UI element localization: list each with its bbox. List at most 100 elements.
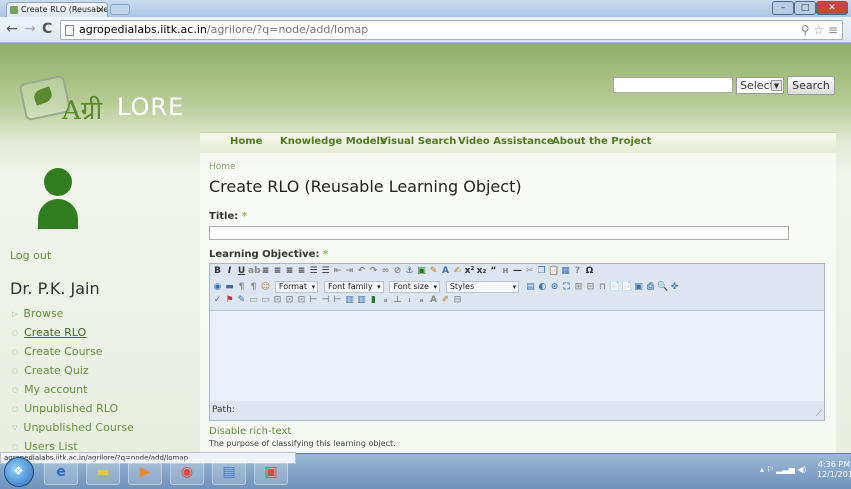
- new-tab-button[interactable]: [110, 4, 130, 15]
- layer-icon[interactable]: ▭: [248, 295, 259, 305]
- nav-visual-search[interactable]: Visual Search: [380, 136, 456, 147]
- sidebar-item-create-course[interactable]: ○ Create Course: [12, 345, 192, 358]
- search-icon[interactable]: 🔍: [657, 282, 668, 292]
- clock[interactable]: 4:36 PM 12/1/2012: [817, 460, 851, 480]
- ie-icon[interactable]: e: [44, 459, 78, 485]
- copy-icon[interactable]: ❐: [536, 266, 547, 276]
- image-icon[interactable]: ▣: [416, 266, 427, 276]
- anchor-flag-icon[interactable]: ⚑: [224, 295, 235, 305]
- align-center-icon[interactable]: ≡: [272, 266, 283, 276]
- title-input[interactable]: [209, 226, 789, 240]
- start-button[interactable]: ❖: [4, 457, 34, 487]
- strikethrough-icon[interactable]: ab: [248, 266, 261, 276]
- search-input[interactable]: [613, 77, 733, 93]
- font-family-dropdown[interactable]: Font family: [323, 281, 384, 293]
- search-button[interactable]: Search: [787, 76, 835, 95]
- abbr-icon[interactable]: ₐ: [380, 295, 391, 305]
- anchor-icon[interactable]: ⚓: [404, 266, 415, 276]
- help-icon[interactable]: ?: [572, 266, 583, 276]
- split-cells-icon[interactable]: ⊢: [308, 295, 319, 305]
- highlight-icon[interactable]: ✍: [452, 266, 463, 276]
- media-icon[interactable]: ◉: [212, 282, 223, 292]
- row-props-icon[interactable]: ⊡: [284, 295, 295, 305]
- nonbreaking-icon[interactable]: ▥: [356, 295, 367, 305]
- align-justify-icon[interactable]: ≡: [296, 266, 307, 276]
- redo-icon[interactable]: ↷: [368, 266, 379, 276]
- subscript-icon[interactable]: x₂: [476, 266, 487, 276]
- emoticon-icon[interactable]: ☺: [260, 282, 271, 292]
- align-right-icon[interactable]: ≡: [284, 266, 295, 276]
- visual-aid-icon[interactable]: ⊙: [549, 282, 560, 292]
- visual-chars-icon[interactable]: ⊟: [452, 295, 463, 305]
- site-logo[interactable]: Aग्री LORE: [18, 74, 192, 129]
- explorer-icon[interactable]: ▬: [86, 459, 120, 485]
- unlink-icon[interactable]: ⊘: [392, 266, 403, 276]
- html-icon[interactable]: ʜ: [500, 266, 511, 276]
- link-icon[interactable]: ∞: [380, 266, 391, 276]
- cut-icon[interactable]: ✂: [524, 266, 535, 276]
- sidebar-item-unpublished-course[interactable]: ▽ Unpublished Course: [12, 421, 192, 434]
- horizontal-rule-icon[interactable]: —: [512, 266, 523, 276]
- superscript-icon[interactable]: x²: [464, 266, 475, 276]
- nav-about-project[interactable]: About the Project: [552, 136, 651, 147]
- sidebar-item-create-quiz[interactable]: ○ Create Quiz: [12, 364, 192, 377]
- close-window-button[interactable]: ✕: [816, 1, 848, 15]
- outdent-icon[interactable]: ⇤: [332, 266, 343, 276]
- chrome-icon[interactable]: ◉: [170, 459, 204, 485]
- nav-video-assistance[interactable]: Video Assistance: [458, 136, 554, 147]
- reload-icon[interactable]: C: [42, 21, 52, 37]
- numbered-list-icon[interactable]: ☰: [320, 266, 331, 276]
- editor-text-area[interactable]: [210, 310, 824, 401]
- resize-handle-icon[interactable]: ⟋: [816, 409, 822, 419]
- edit-css-icon[interactable]: ✎: [236, 295, 247, 305]
- media-player-icon[interactable]: ▶: [128, 459, 162, 485]
- cell-props-icon[interactable]: ⊡: [296, 295, 307, 305]
- spellcheck-icon[interactable]: ✓: [212, 295, 223, 305]
- omega-icon[interactable]: Ω: [584, 266, 595, 276]
- template-icon[interactable]: ▤: [525, 282, 536, 292]
- ins-icon[interactable]: ᵢ: [404, 295, 415, 305]
- align-left-icon[interactable]: ≡: [260, 266, 271, 276]
- merge-cells-icon[interactable]: ⊓: [597, 282, 608, 292]
- indent-icon[interactable]: ⇥: [344, 266, 355, 276]
- fullscreen-icon[interactable]: ⛶: [561, 282, 572, 292]
- cite-icon[interactable]: A: [428, 295, 439, 305]
- font-color-icon[interactable]: A: [440, 266, 451, 276]
- sidebar-item-browse[interactable]: ▷ Browse: [12, 307, 192, 320]
- disable-rich-text-link[interactable]: Disable rich-text: [209, 426, 291, 437]
- styles-dropdown[interactable]: Styles: [445, 281, 520, 293]
- paste-text-icon[interactable]: 📄: [609, 282, 620, 292]
- sidebar-item-unpublished-rlo[interactable]: ○ Unpublished RLO: [12, 402, 192, 415]
- browser-tab[interactable]: Create RLO (Reusable Lea ×: [6, 2, 108, 17]
- style-props-icon[interactable]: ✐: [440, 295, 451, 305]
- preview-icon[interactable]: ◐: [537, 282, 548, 292]
- italic-icon[interactable]: I: [224, 266, 235, 276]
- absolute-icon[interactable]: ▭: [260, 295, 271, 305]
- find-icon[interactable]: ✜: [669, 282, 680, 292]
- select-all-icon[interactable]: ▣: [633, 282, 644, 292]
- system-tray[interactable]: ▴ ⚐ ▂▃▅ ◀): [760, 465, 807, 474]
- undo-icon[interactable]: ↶: [356, 266, 367, 276]
- sidebar-item-my-account[interactable]: ○ My account: [12, 383, 192, 396]
- acronym-icon[interactable]: ⊥: [392, 295, 403, 305]
- col-before-icon[interactable]: ⊣: [320, 295, 331, 305]
- print-icon[interactable]: ⎙: [645, 282, 656, 292]
- nav-knowledge-models[interactable]: Knowledge Models: [280, 136, 386, 147]
- format-dropdown[interactable]: Format: [274, 281, 319, 293]
- app-icon-1[interactable]: ▤: [212, 459, 246, 485]
- table-props-icon[interactable]: ⊡: [272, 295, 283, 305]
- font-size-dropdown[interactable]: Font size: [389, 281, 440, 293]
- logout-link[interactable]: Log out: [10, 249, 51, 262]
- minimize-button[interactable]: –: [772, 1, 794, 15]
- tab-close-icon[interactable]: ×: [97, 3, 104, 16]
- sidebar-item-create-rlo[interactable]: ○ Create RLO: [12, 326, 192, 339]
- attribs-icon[interactable]: ▥: [344, 295, 355, 305]
- insert-row-icon[interactable]: ⊞: [573, 282, 584, 292]
- delete-row-icon[interactable]: ⊟: [585, 282, 596, 292]
- bookmark-star-icon[interactable]: ⚲ ☆ ≡: [801, 21, 838, 39]
- rtl-icon[interactable]: ¶: [248, 282, 259, 292]
- maximize-button[interactable]: □: [794, 1, 816, 15]
- cleanup-icon[interactable]: ✎: [428, 266, 439, 276]
- paste-word-icon[interactable]: 📄: [621, 282, 632, 292]
- blockquote-icon[interactable]: “: [488, 266, 499, 276]
